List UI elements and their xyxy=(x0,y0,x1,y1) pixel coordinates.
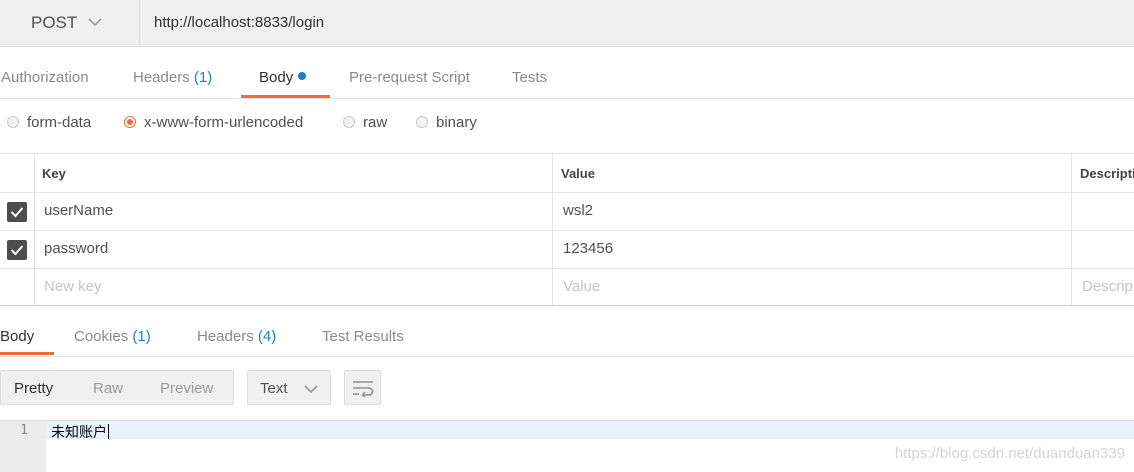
wrap-lines-icon xyxy=(352,379,374,402)
method-label: POST xyxy=(31,13,78,32)
active-line-highlight xyxy=(46,421,1134,439)
format-select-label: Text xyxy=(260,380,288,397)
radio-raw[interactable]: raw xyxy=(343,114,387,131)
check-icon xyxy=(10,245,24,256)
line-number: 1 xyxy=(20,423,28,438)
tab-prerequest-script[interactable]: Pre-request Script xyxy=(349,69,470,86)
format-select[interactable]: Text xyxy=(247,370,331,405)
tab-response-headers-count: (4) xyxy=(257,328,277,345)
radio-urlencoded-label: x-www-form-urlencoded xyxy=(144,114,304,131)
view-preview-button[interactable]: Preview xyxy=(160,380,213,397)
url-input[interactable]: http://localhost:8833/login xyxy=(154,14,324,31)
radio-form-data-label: form-data xyxy=(27,114,92,131)
params-table: Key Value Descripti userName wsl2 passwo… xyxy=(0,154,1134,306)
active-tab-underline xyxy=(0,352,54,355)
tab-headers-label: Headers xyxy=(133,69,190,86)
param-key[interactable]: password xyxy=(44,240,108,257)
response-editor[interactable]: 1 未知账户 https://blog.csdn.net/duanduan339 xyxy=(0,420,1134,472)
tab-body-label: Body xyxy=(259,69,294,86)
new-param-row: New key Value Descrip xyxy=(0,269,1134,305)
radio-raw-label: raw xyxy=(363,114,388,131)
response-tabs: Body Cookies (1) Headers (4) Test Result… xyxy=(0,306,1134,357)
tab-tests[interactable]: Tests xyxy=(512,69,547,86)
response-toolbar: Pretty Raw Preview Text xyxy=(0,357,1134,420)
watermark: https://blog.csdn.net/duanduan339 xyxy=(894,445,1125,462)
radio-icon xyxy=(7,116,19,128)
new-description-input[interactable]: Descrip xyxy=(1082,278,1133,295)
table-row: userName wsl2 xyxy=(0,193,1134,231)
radio-form-data[interactable]: form-data xyxy=(7,114,91,131)
wrap-lines-button[interactable] xyxy=(344,370,381,405)
tab-body[interactable]: Body xyxy=(259,69,307,86)
column-divider xyxy=(34,154,35,305)
column-header-value: Value xyxy=(561,166,595,181)
response-body-content: 未知账户 xyxy=(51,425,107,441)
row-enabled-checkbox[interactable] xyxy=(7,202,27,222)
text-cursor xyxy=(108,424,109,439)
body-type-selector: form-data x-www-form-urlencoded raw bina… xyxy=(0,99,1134,154)
tab-test-results[interactable]: Test Results xyxy=(322,328,404,345)
view-mode-segmented-control: Pretty Raw Preview xyxy=(0,370,234,405)
request-tabs: Authorization Headers (1) Body Pre-reque… xyxy=(0,47,1134,99)
tab-response-headers[interactable]: Headers (4) xyxy=(197,328,276,345)
row-enabled-checkbox[interactable] xyxy=(7,240,27,260)
tab-cookies[interactable]: Cookies (1) xyxy=(74,328,151,345)
response-body-text: 未知账户 xyxy=(51,422,109,442)
table-header-row: Key Value Descripti xyxy=(0,154,1134,193)
view-pretty-button[interactable]: Pretty xyxy=(14,380,53,397)
param-value[interactable]: wsl2 xyxy=(563,202,593,219)
radio-selected-icon xyxy=(124,116,136,128)
chevron-down-icon xyxy=(304,382,318,400)
column-divider xyxy=(1071,154,1072,305)
view-raw-button[interactable]: Raw xyxy=(93,380,123,397)
request-url-bar: POST http://localhost:8833/login xyxy=(0,0,1134,47)
tab-headers[interactable]: Headers (1) xyxy=(133,69,212,86)
param-key[interactable]: userName xyxy=(44,202,113,219)
radio-binary-label: binary xyxy=(436,114,477,131)
line-number-gutter: 1 xyxy=(0,421,46,472)
tab-response-headers-label: Headers xyxy=(197,328,254,345)
tab-response-body[interactable]: Body xyxy=(0,328,34,345)
new-key-input[interactable]: New key xyxy=(44,278,102,295)
radio-icon xyxy=(416,116,428,128)
modified-dot-icon xyxy=(298,72,307,80)
tab-authorization[interactable]: Authorization xyxy=(1,69,89,86)
tab-cookies-label: Cookies xyxy=(74,328,129,345)
active-tab-underline xyxy=(241,95,330,98)
new-value-input[interactable]: Value xyxy=(563,278,600,295)
method-select[interactable]: POST xyxy=(0,0,140,46)
table-row: password 123456 xyxy=(0,231,1134,269)
chevron-down-icon xyxy=(88,15,102,34)
column-header-description: Descripti xyxy=(1080,166,1134,181)
tab-cookies-count: (1) xyxy=(132,328,151,345)
param-value[interactable]: 123456 xyxy=(563,240,613,257)
radio-urlencoded[interactable]: x-www-form-urlencoded xyxy=(124,114,303,131)
radio-binary[interactable]: binary xyxy=(416,114,477,131)
column-header-key: Key xyxy=(42,166,66,181)
radio-icon xyxy=(343,116,355,128)
tab-headers-count: (1) xyxy=(193,69,213,86)
check-icon xyxy=(10,207,24,218)
column-divider xyxy=(552,154,553,305)
